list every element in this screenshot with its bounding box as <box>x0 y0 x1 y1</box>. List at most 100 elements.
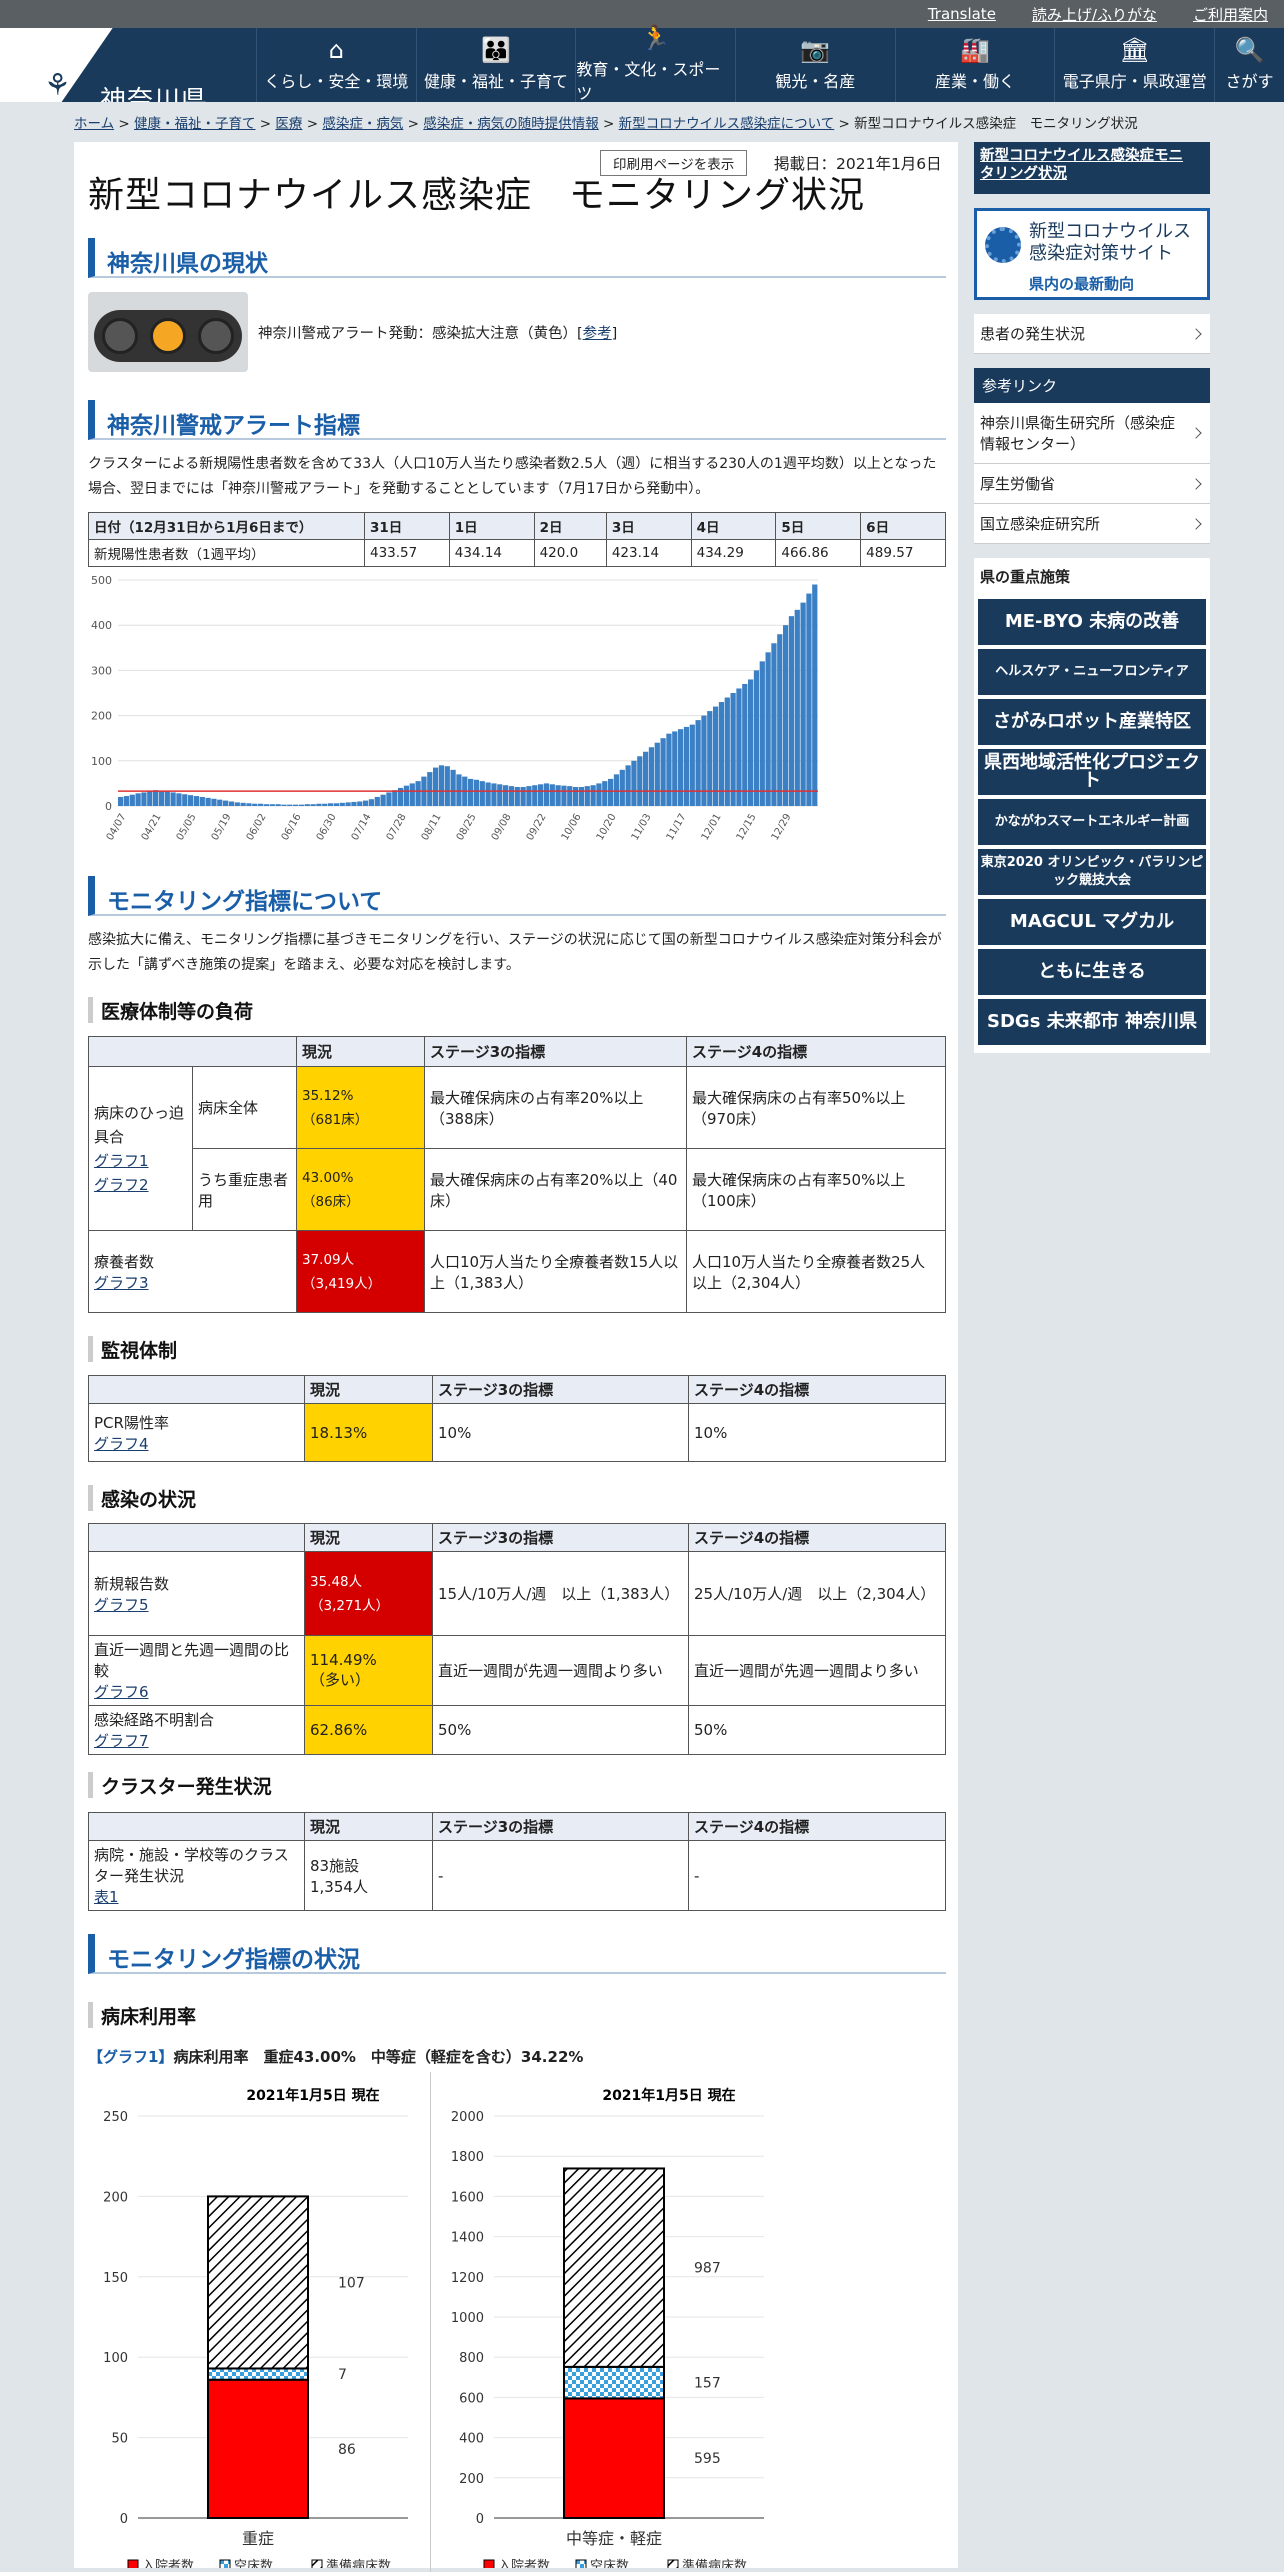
x-tick-label: 09/22 <box>525 812 549 842</box>
case-bar <box>666 733 672 806</box>
camera-icon: 📷 <box>800 36 831 64</box>
case-bar <box>549 784 555 806</box>
sidebar-patients-link[interactable]: 患者の発生状況 <box>974 314 1210 354</box>
case-bar <box>147 790 153 806</box>
case-bar <box>427 772 433 806</box>
site-name: 神奈川県 <box>100 86 209 102</box>
alert-reference-link[interactable]: 参考 <box>583 326 612 342</box>
case-bar <box>759 661 765 806</box>
case-bar <box>351 801 357 806</box>
case-bar <box>648 747 655 806</box>
case-bar <box>695 720 701 806</box>
vacant-segment <box>207 2367 309 2381</box>
breadcrumb-item[interactable]: ホーム <box>74 116 114 132</box>
graph2-link[interactable]: グラフ2 <box>94 1176 149 1194</box>
case-bar <box>765 652 771 806</box>
search-icon: 🔍 <box>1234 36 1265 64</box>
row-label: 療養者数 グラフ3 <box>88 1230 297 1313</box>
policy-banner[interactable]: ヘルスケア・ニューフロンティア <box>978 649 1206 695</box>
case-bar <box>310 804 316 806</box>
current-value-red: 35.48人 （3,271人） <box>304 1551 433 1636</box>
weekly-header-cell: 4日 <box>690 512 777 540</box>
case-bar <box>322 803 328 806</box>
breadcrumb-item[interactable]: 感染症・病気の随時提供情報 <box>423 116 599 132</box>
heading-infection-status: 感染の状況 <box>88 1485 196 1511</box>
nav-item-4[interactable]: 🏭 産業・働く <box>894 28 1055 102</box>
legend-swatch <box>127 2559 139 2568</box>
case-bar <box>730 693 736 806</box>
case-bar <box>205 797 211 806</box>
guide-link[interactable]: ご利用案内 <box>1193 4 1268 25</box>
case-bar <box>199 796 205 806</box>
breadcrumb-item[interactable]: 健康・福祉・子育て <box>134 116 256 132</box>
sidebar-ref-link[interactable]: 厚生労働省 <box>974 464 1210 504</box>
x-tick-label: 08/25 <box>455 812 479 842</box>
case-bar <box>211 798 217 806</box>
row-label: 病院・施設・学校等のクラスター発生状況 表1 <box>88 1840 305 1911</box>
graph5-link[interactable]: グラフ5 <box>94 1596 149 1614</box>
table1-link[interactable]: 表1 <box>94 1888 119 1906</box>
th-stage4: ステージ4の指標 <box>686 1036 946 1067</box>
case-bar <box>812 584 818 806</box>
heading-alert-indicator: 神奈川警戒アラート指標 <box>88 400 946 440</box>
nav-item-6[interactable]: 🔍 さがす <box>1214 28 1284 102</box>
reading-link[interactable]: 読み上げ/ふりがな <box>1032 4 1157 25</box>
sidebar-ref-link[interactable]: 国立感染症研究所 <box>974 504 1210 544</box>
legend-swatch <box>575 2559 587 2568</box>
breadcrumb-item[interactable]: 感染症・病気 <box>322 116 403 132</box>
y-tick-label: 400 <box>91 619 112 632</box>
nav-item-5[interactable]: 🏛 電子県庁・県政運営 <box>1054 28 1214 102</box>
nav-item-label: 電子県庁・県政運営 <box>1062 72 1207 91</box>
case-bar <box>491 783 497 806</box>
case-bar <box>433 767 439 806</box>
x-tick-label: 04/07 <box>105 812 129 842</box>
graph7-link[interactable]: グラフ7 <box>94 1732 149 1750</box>
nav-item-2[interactable]: 🏃 教育・文化・スポーツ <box>575 26 735 103</box>
policy-banner[interactable]: かながわスマートエネルギー計画 <box>978 799 1206 845</box>
stage4-value: - <box>688 1840 946 1911</box>
policy-banner[interactable]: MAGCUL マグカル <box>978 899 1206 945</box>
stage4-value: 50% <box>688 1705 946 1755</box>
family-icon: 👪 <box>481 36 511 64</box>
graph4-link[interactable]: グラフ4 <box>94 1435 149 1453</box>
breadcrumb-item[interactable]: 医療 <box>275 116 302 132</box>
covid-site-banner[interactable]: 新型コロナウイルス 感染症対策サイト 県内の最新動向 <box>974 208 1210 300</box>
y-tick-label: 300 <box>91 664 112 677</box>
graph3-link[interactable]: グラフ3 <box>94 1274 149 1292</box>
policy-banner[interactable]: さがみロボット産業特区 <box>978 699 1206 745</box>
case-bar <box>678 729 684 806</box>
alert-description: クラスターによる新規陽性患者数を含めて33人（人口10万人当たり感染者数2.5人… <box>88 456 937 497</box>
nav-item-1[interactable]: 👪 健康・福祉・子育て <box>415 28 576 102</box>
kanagawa-emblem-icon: ⚘ <box>44 68 71 102</box>
nav-item-3[interactable]: 📷 観光・名産 <box>735 28 895 102</box>
case-bar <box>485 782 491 806</box>
graph6-link[interactable]: グラフ6 <box>94 1683 149 1701</box>
y-tick-label: 100 <box>103 2351 128 2366</box>
case-bar <box>123 796 130 806</box>
sidebar: 新型コロナウイルス感染症モニタリング状況 新型コロナウイルス 感染症対策サイト 県… <box>974 142 1210 1067</box>
case-bar <box>456 774 462 806</box>
y-tick-label: 1000 <box>451 2311 484 2326</box>
building-icon: 🏛 <box>1119 36 1150 64</box>
x-tick-label: 07/28 <box>385 812 409 842</box>
y-tick-label: 0 <box>105 800 112 813</box>
case-bar <box>328 803 334 806</box>
policy-banner[interactable]: ともに生きる <box>978 949 1206 995</box>
case-bar <box>683 726 690 806</box>
breadcrumb-item[interactable]: 新型コロナウイルス感染症について <box>619 116 835 132</box>
policy-banner[interactable]: 県西地域活性化プロジェクト <box>978 749 1206 795</box>
case-bar <box>182 794 188 806</box>
sidebar-policy-title: 県の重点施策 <box>980 568 1071 586</box>
policy-banner[interactable]: ME-BYO 未病の改善 <box>978 599 1206 645</box>
graph1-link[interactable]: グラフ1 <box>94 1152 149 1170</box>
translate-link[interactable]: Translate <box>928 5 996 23</box>
nav-item-0[interactable]: ⌂ くらし・安全・環境 <box>256 28 416 102</box>
segment-value-label: 595 <box>694 2451 721 2467</box>
x-tick-label: 12/29 <box>770 812 794 842</box>
case-bar <box>596 783 602 806</box>
policy-banner[interactable]: SDGs 未来都市 神奈川県 <box>978 999 1206 1045</box>
policy-banner[interactable]: 東京2020 オリンピック・パラリンピック競技大会 <box>978 849 1206 895</box>
site-logo[interactable]: ⚘ 神奈川県 <box>0 28 256 102</box>
sidebar-monitoring-link[interactable]: 新型コロナウイルス感染症モニタリング状況 <box>974 142 1210 194</box>
sidebar-ref-link[interactable]: 神奈川県衛生研究所（感染症情報センター） <box>974 403 1210 464</box>
